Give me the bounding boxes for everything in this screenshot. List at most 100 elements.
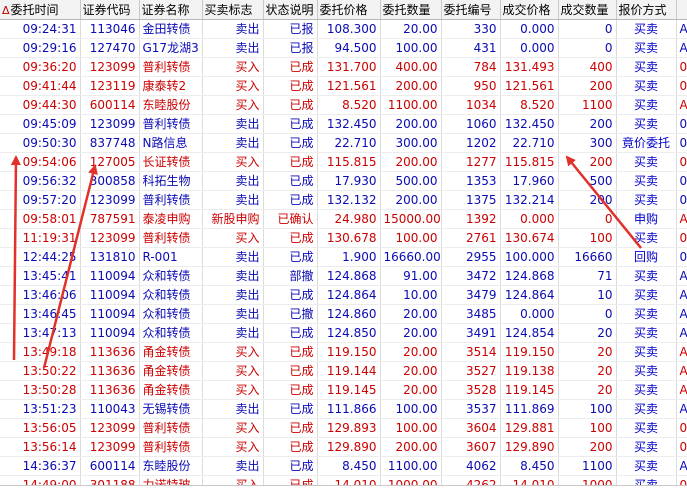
table-row[interactable]: 09:58:01 787591 泰凌申购 新股申购 已确认 24.980 15000.00 1… [0,209,687,229]
method-cell[interactable]: 买卖 [616,114,677,134]
method-cell[interactable]: 买卖 [616,342,677,362]
method-cell[interactable]: 买卖 [616,190,677,210]
table-row[interactable]: 14:36:37 600114 东睦股份 卖出 已成 8.450 1100.00 4062 8.… [0,456,687,476]
table-row[interactable]: 13:49:18 113636 甬金转债 买入 已成 119.150 20.00 3514 11… [0,342,687,362]
table-row[interactable]: 09:29:16 127470 G17龙湖3 卖出 已报 94.500 100.00 431 0… [0,38,687,58]
security-name-cell: 无锡转债 [139,399,203,419]
col-header-extra[interactable] [676,0,687,20]
method-cell[interactable]: 买卖 [616,76,677,96]
order-price-cell: 22.710 [317,133,381,153]
order-qty-cell: 20.00 [380,342,442,362]
table-row[interactable]: 13:50:28 113636 甬金转债 买入 已成 119.145 20.00 3528 11… [0,380,687,400]
deal-price-cell: 121.561 [500,76,559,96]
table-row[interactable]: 13:50:22 113636 甬金转债 买入 已成 119.144 20.00 3527 11… [0,361,687,381]
table-row[interactable]: 13:46:45 110094 众和转债 卖出 已撤 124.860 20.00 3485 0.… [0,304,687,324]
table-row[interactable]: 09:36:20 123099 普利转债 买入 已成 131.700 400.00 784 13… [0,57,687,77]
table-row[interactable]: 13:56:14 123099 普利转债 买入 已成 129.890 200.00 3607 1… [0,437,687,457]
table-row[interactable]: 09:41:44 123119 康泰转2 买入 已成 121.561 200.00 950 12… [0,76,687,96]
table-row[interactable]: 09:44:30 600114 东睦股份 买入 已成 8.520 1100.00 1034 8.… [0,95,687,115]
method-cell[interactable]: 买卖 [616,38,677,58]
security-name-cell: 甬金转债 [139,342,203,362]
method-cell[interactable]: 买卖 [616,285,677,305]
status-cell: 已成 [263,342,318,362]
method-cell[interactable]: 买卖 [616,323,677,343]
method-cell[interactable]: 买卖 [616,95,677,115]
table-row[interactable]: 12:44:25 131810 R-001 卖出 已成 1.900 16660.00 2955… [0,247,687,267]
table-row[interactable]: 13:45:41 110094 众和转债 卖出 部撤 124.868 91.00 3472 12… [0,266,687,286]
deal-qty-cell: 0 [558,19,617,39]
order-price-cell: 121.561 [317,76,381,96]
order-time-cell: 13:56:05 [0,418,81,438]
method-cell[interactable]: 买卖 [616,152,677,172]
method-cell[interactable]: 买卖 [616,57,677,77]
method-cell[interactable]: 竟价委托 [616,133,677,153]
table-row[interactable]: 09:24:31 113046 金田转债 卖出 已报 108.300 20.00 330 0.0… [0,19,687,39]
method-cell[interactable]: 申购 [616,209,677,229]
method-cell[interactable]: 回购 [616,247,677,267]
status-cell: 已成 [263,76,318,96]
order-qty-cell: 20.00 [380,304,442,324]
order-time-cell: 14:36:37 [0,456,81,476]
status-cell: 已报 [263,19,318,39]
method-cell[interactable]: 买卖 [616,19,677,39]
col-header-price[interactable]: 委托价格 [317,0,381,20]
order-qty-cell: 20.00 [380,361,442,381]
method-cell[interactable]: 买卖 [616,475,677,485]
extra-cell: A [676,285,687,305]
method-cell[interactable]: 买卖 [616,266,677,286]
status-cell: 已撤 [263,304,318,324]
col-header-deal-qty[interactable]: 成交数量 [558,0,617,20]
col-header-time[interactable]: Δ委托时间 [0,0,81,20]
deal-price-cell: 0.000 [500,19,559,39]
col-header-deal-price[interactable]: 成交价格 [500,0,559,20]
order-price-cell: 14.010 [317,475,381,485]
status-cell: 已成 [263,418,318,438]
table-row[interactable]: 09:45:09 123099 普利转债 卖出 已成 132.450 200.00 1060 1… [0,114,687,134]
side-cell: 卖出 [202,114,264,134]
deal-price-cell: 0.000 [500,209,559,229]
col-header-side[interactable]: 买卖标志 [202,0,264,20]
order-time-cell: 14:49:00 [0,475,81,485]
col-header-method[interactable]: 报价方式 [616,0,677,20]
order-price-cell: 129.893 [317,418,381,438]
table-row[interactable]: 09:57:20 123099 普利转债 卖出 已成 132.132 200.00 1375 1… [0,190,687,210]
side-cell: 卖出 [202,399,264,419]
method-cell[interactable]: 买卖 [616,399,677,419]
method-cell[interactable]: 买卖 [616,171,677,191]
order-time-cell: 13:45:41 [0,266,81,286]
order-grid[interactable]: Δ委托时间 证券代码 证券名称 买卖标志 状态说明 委托价格 委托数量 委托编号… [0,0,687,486]
order-time-cell: 09:29:16 [0,38,81,58]
method-cell[interactable]: 买卖 [616,361,677,381]
table-row[interactable]: 13:56:05 123099 普利转债 买入 已成 129.893 100.00 3604 1… [0,418,687,438]
side-cell: 买入 [202,342,264,362]
table-row[interactable]: 09:56:32 300858 科拓生物 卖出 已成 17.930 500.00 1353 17… [0,171,687,191]
table-row[interactable]: 09:54:06 127005 长证转债 买入 已成 115.815 200.00 1277 1… [0,152,687,172]
col-header-order-no[interactable]: 委托编号 [441,0,501,20]
table-row[interactable]: 14:49:00 301188 力诺特玻 买入 已成 14.010 1000.00 4262 1… [0,475,687,485]
col-header-qty[interactable]: 委托数量 [380,0,442,20]
security-code-cell: 123099 [80,418,140,438]
table-row[interactable]: 13:46:06 110094 众和转债 卖出 已成 124.864 10.00 3479 12… [0,285,687,305]
col-header-code[interactable]: 证券代码 [80,0,140,20]
table-row[interactable]: 13:47:13 110094 众和转债 卖出 已成 124.850 20.00 3491 12… [0,323,687,343]
table-row[interactable]: 13:51:23 110043 无锡转债 卖出 已成 111.866 100.00 3537 1… [0,399,687,419]
col-header-name[interactable]: 证券名称 [139,0,203,20]
method-cell[interactable]: 买卖 [616,437,677,457]
security-code-cell: 110094 [80,304,140,324]
method-cell[interactable]: 买卖 [616,380,677,400]
side-cell: 卖出 [202,304,264,324]
col-header-status[interactable]: 状态说明 [263,0,318,20]
header-row: Δ委托时间 证券代码 证券名称 买卖标志 状态说明 委托价格 委托数量 委托编号… [0,0,687,20]
deal-qty-cell: 0 [558,209,617,229]
side-cell: 买入 [202,228,264,248]
table-row[interactable]: 09:50:30 837748 N路信息 卖出 已成 22.710 300.00 1202 22… [0,133,687,153]
method-cell[interactable]: 买卖 [616,304,677,324]
order-qty-cell: 100.00 [380,399,442,419]
method-cell[interactable]: 买卖 [616,456,677,476]
side-cell: 卖出 [202,285,264,305]
table-row[interactable]: 11:19:31 123099 普利转债 买入 已成 130.678 100.00 2761 1… [0,228,687,248]
order-time-cell: 09:56:32 [0,171,81,191]
method-cell[interactable]: 买卖 [616,228,677,248]
method-cell[interactable]: 买卖 [616,418,677,438]
deal-price-cell: 8.520 [500,95,559,115]
